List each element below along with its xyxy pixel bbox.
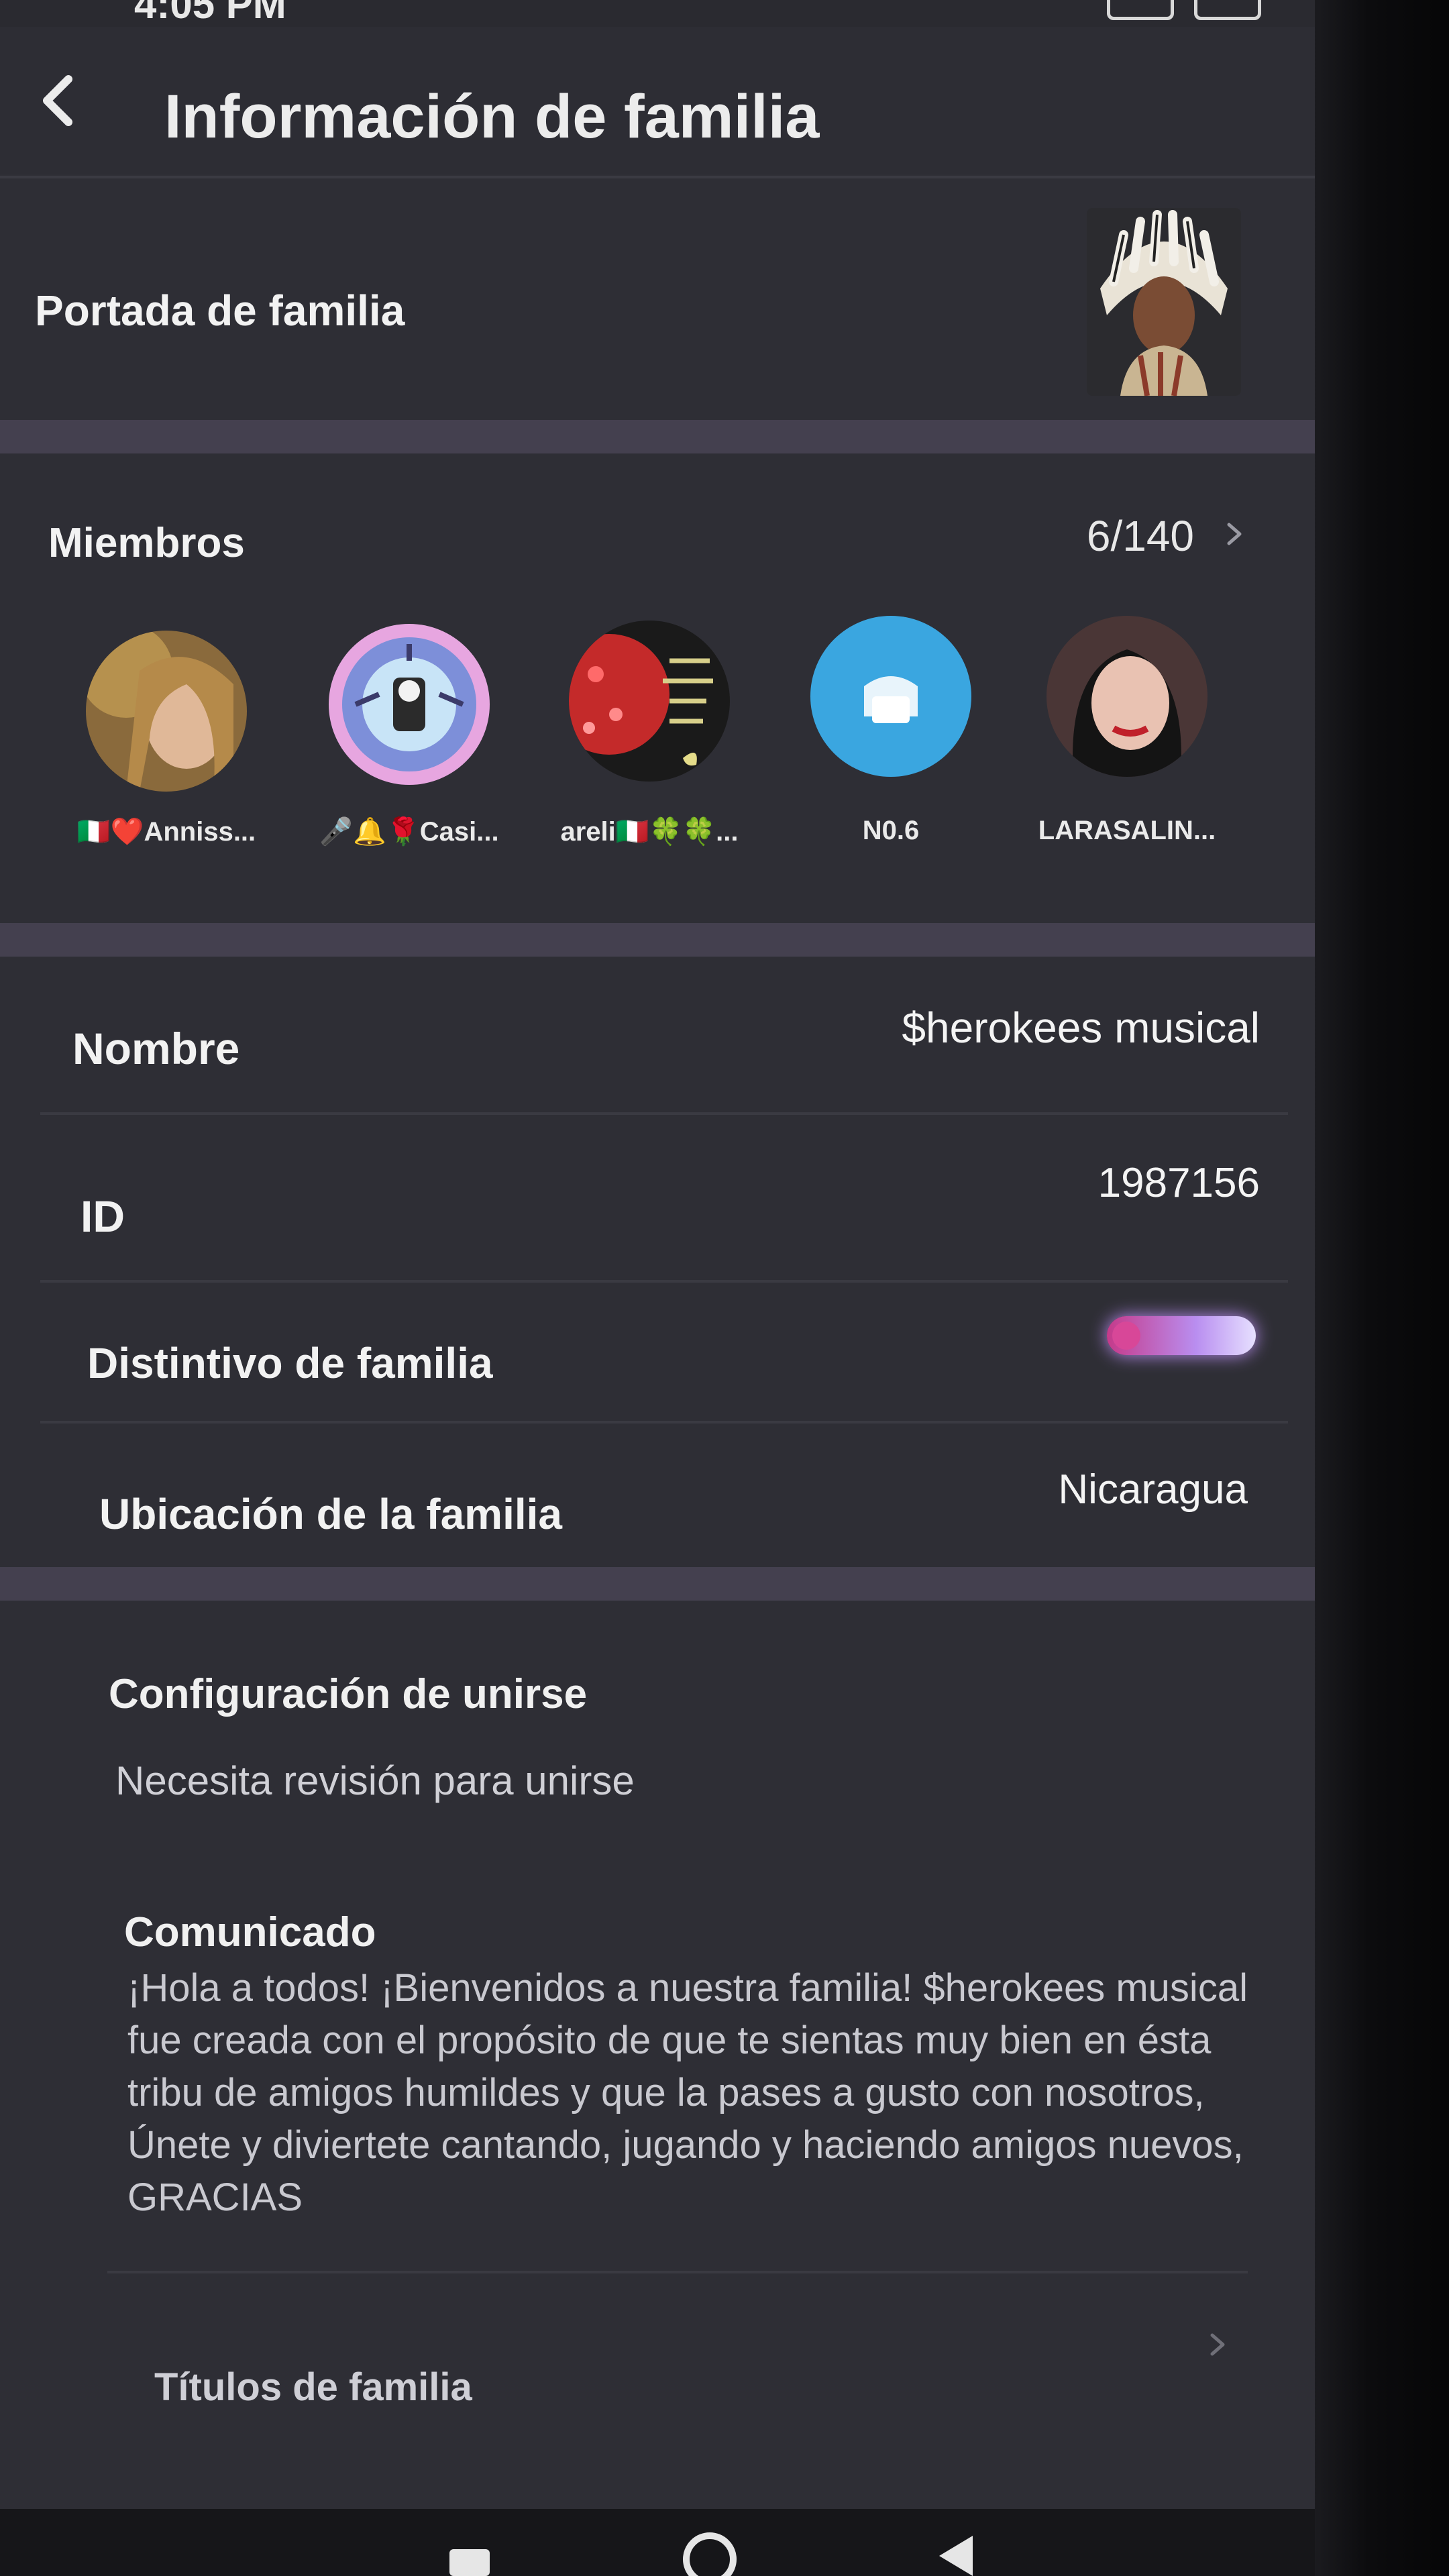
nav-back-button[interactable] <box>939 2536 973 2576</box>
badge-icon <box>1112 1322 1140 1350</box>
members-count[interactable]: 6/140 <box>1006 511 1194 561</box>
cover-label: Portada de familia <box>35 286 405 335</box>
member-avatar[interactable] <box>569 621 730 782</box>
row-divider <box>40 1421 1288 1424</box>
family-badge[interactable] <box>1107 1316 1256 1355</box>
row-divider <box>107 2271 1248 2273</box>
chevron-right-icon[interactable] <box>1221 521 1248 547</box>
system-nav-bar <box>0 2509 1315 2576</box>
badge-label: Distintivo de familia <box>87 1339 493 1387</box>
announcement-text: ¡Hola a todos! ¡Bienvenidos a nuestra fa… <box>127 1966 1248 2219</box>
status-time: 4:05 PM <box>134 0 286 27</box>
app-screen: 4:05 PM Información de familia Portada d… <box>0 0 1315 2576</box>
announcement-label: Comunicado <box>124 1909 376 1955</box>
battery-icon <box>1194 0 1261 20</box>
id-label: ID <box>80 1191 125 1241</box>
page-title: Información de familia <box>164 83 820 151</box>
member-avatar[interactable] <box>1046 616 1208 777</box>
titles-label[interactable]: Títulos de familia <box>154 2365 472 2410</box>
section-gap <box>0 1567 1315 1601</box>
member-name: 🇮🇹❤️Anniss... <box>76 817 256 847</box>
members-label: Miembros <box>48 520 245 566</box>
chevron-right-icon[interactable] <box>1204 2331 1231 2358</box>
signal-icon <box>1107 0 1174 20</box>
section-gap <box>0 923 1315 957</box>
member-avatar[interactable] <box>329 624 490 785</box>
row-divider <box>40 1112 1288 1115</box>
top-bar: Información de familia <box>0 27 1315 174</box>
name-value: $herokees musical <box>902 1004 1260 1052</box>
recents-button[interactable] <box>449 2549 490 2576</box>
family-cover-image[interactable] <box>1087 208 1241 396</box>
member-avatar[interactable] <box>86 631 247 792</box>
member-name: LARASALIN... <box>1038 816 1216 845</box>
member-avatar[interactable] <box>810 616 971 777</box>
back-arrow-icon[interactable] <box>27 67 94 134</box>
phone-bezel <box>1315 0 1449 2576</box>
status-icons <box>1107 0 1261 20</box>
id-value: 1987156 <box>1097 1160 1260 1206</box>
status-bar: 4:05 PM <box>0 0 1315 27</box>
join-label: Configuración de unirse <box>109 1671 588 1717</box>
row-divider <box>40 1280 1288 1283</box>
location-label: Ubicación de la familia <box>99 1490 562 1538</box>
location-value: Nicaragua <box>1058 1466 1248 1513</box>
section-gap <box>0 420 1315 453</box>
member-name: 🎤🔔🌹Casi... <box>319 817 499 847</box>
member-name: N0.6 <box>862 816 920 845</box>
join-value: Necesita revisión para unirse <box>115 1758 635 1803</box>
member-name: areli🇮🇹🍀🍀... <box>560 817 739 847</box>
name-label: Nombre <box>72 1024 240 1073</box>
